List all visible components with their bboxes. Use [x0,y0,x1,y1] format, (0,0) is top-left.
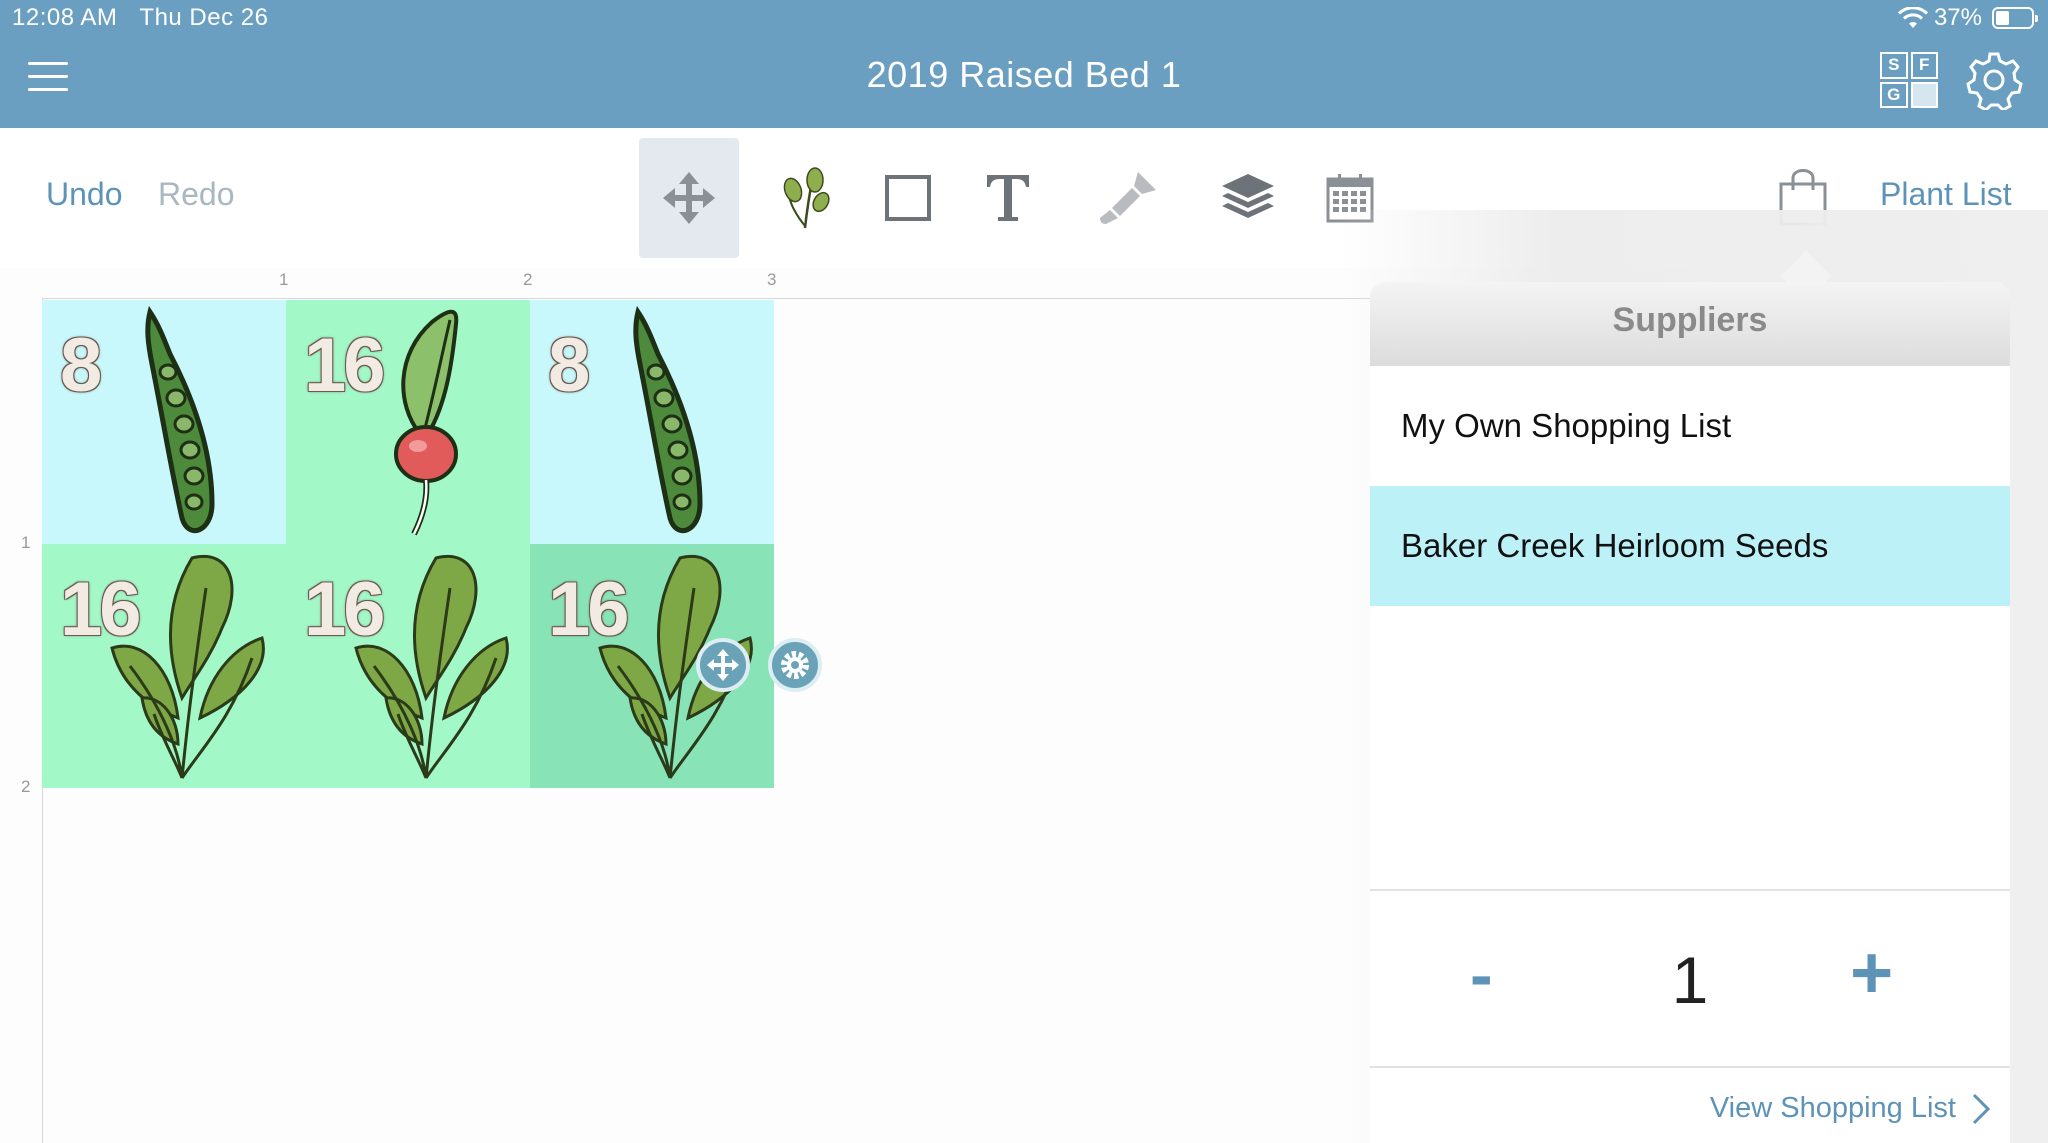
navigation-bar: 12:08 AM Thu Dec 26 37% 2019 Raised Bed 1… [0,0,2048,128]
grid-cell-arugula[interactable]: 16 [42,544,286,788]
ruler-col-label: 2 [523,270,533,289]
battery-percent: 37% [1933,4,1982,31]
rectangle-tool-button[interactable] [858,138,958,258]
ruler-row-label: 2 [21,777,31,796]
plant-count: 16 [60,567,142,652]
supplier-row[interactable]: My Own Shopping List [1370,366,2010,486]
view-shopping-list-label: View Shopping List [1709,1092,1956,1124]
plant-tool-button[interactable] [758,138,858,258]
pea-pod-icon [145,305,215,533]
layers-icon [1222,174,1274,218]
cell-settings-gear-icon[interactable] [768,638,822,692]
battery-icon [1992,7,2038,29]
wifi-icon [1897,7,1928,28]
suppliers-popover: Suppliers My Own Shopping List Baker Cre… [1370,282,2010,1143]
square-icon [885,175,931,221]
ruler-col-label: 3 [767,270,777,289]
increase-quantity-button[interactable]: + [1850,930,1893,1015]
plant-count: 8 [548,323,590,408]
pea-pod-icon [633,305,703,533]
raised-bed-grid: 8 16 8 16 16 16 [42,300,774,788]
text-icon [987,175,1029,221]
plant-count: 16 [304,323,386,408]
layers-tool-button[interactable] [1198,138,1298,258]
plant-count: 16 [304,567,386,652]
redo-button[interactable]: Redo [158,176,235,213]
settings-gear-icon[interactable] [1964,50,2024,110]
ruler-row-label: 1 [21,533,31,552]
text-tool-button[interactable] [958,138,1058,258]
sfg-letter-g: G [1880,81,1908,108]
undo-button[interactable]: Undo [46,176,123,213]
divider [1370,889,2010,891]
sfg-blank-square [1910,81,1938,108]
page-title: 2019 Raised Bed 1 [866,54,1182,95]
grid-cell-pea[interactable]: 8 [42,300,286,544]
status-bar-right: 37% [1897,4,2038,32]
status-date: Thu Dec 26 [139,4,269,31]
move-handle-icon[interactable] [696,638,750,692]
divider [1370,1066,2010,1068]
popover-title: Suppliers [1370,282,2010,366]
plant-list-button[interactable]: Plant List [1880,176,2012,213]
status-bar-left: 12:08 AM Thu Dec 26 [12,4,268,32]
view-shopping-list-button[interactable]: View Shopping List [1710,1092,1990,1125]
plant-count: 8 [60,323,102,408]
status-time: 12:08 AM [12,4,118,31]
sfg-letter-f: F [1910,52,1938,79]
radish-icon [394,309,459,536]
grid-cell-pea[interactable]: 8 [530,300,774,544]
quantity-value: 1 [1671,943,1709,1017]
paint-brush-icon [1100,172,1156,224]
sfg-grid-button[interactable]: S F G [1880,52,1938,108]
plant-icon [783,167,830,229]
supplier-row-selected[interactable]: Baker Creek Heirloom Seeds [1370,486,2010,606]
grid-cell-radish[interactable]: 16 [286,300,530,544]
move-tool-button[interactable] [639,138,739,258]
ruler-col-label: 1 [279,270,289,289]
paint-tool-button[interactable] [1078,138,1178,258]
move-icon [663,172,715,224]
plant-count: 16 [548,567,630,652]
chevron-right-icon [1972,1093,1990,1124]
grid-cell-arugula[interactable]: 16 [286,544,530,788]
sfg-letter-s: S [1880,52,1908,79]
